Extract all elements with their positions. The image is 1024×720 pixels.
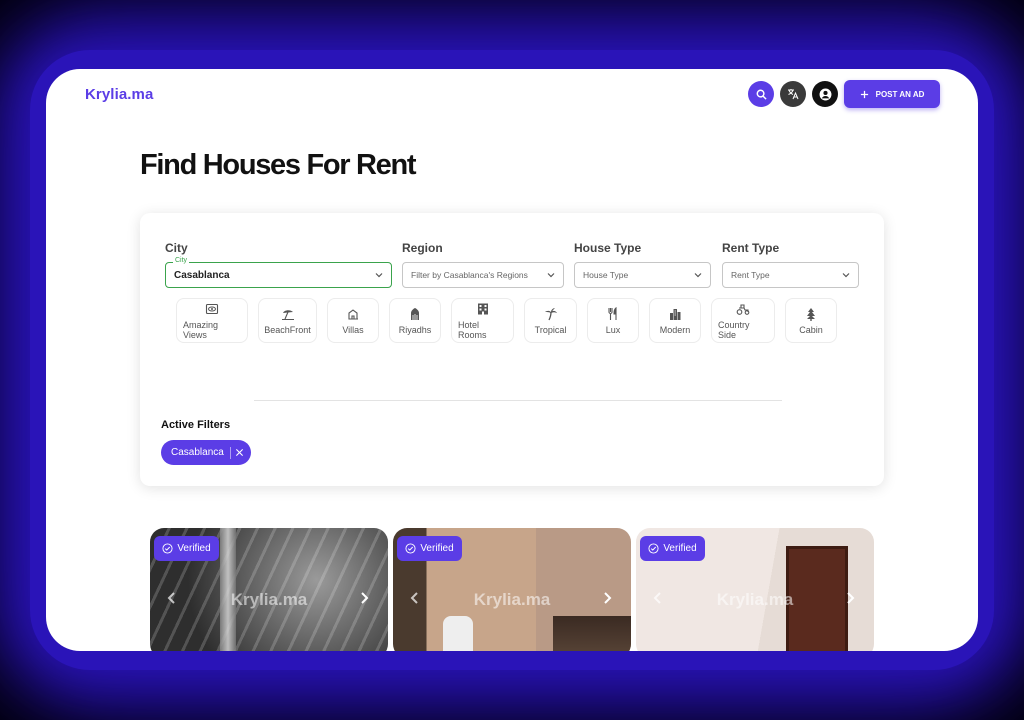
- active-filters-title: Active Filters: [161, 419, 231, 431]
- pine-tree-icon: [807, 307, 815, 321]
- chevron-right-icon[interactable]: [844, 591, 856, 605]
- category-label: Cabin: [799, 324, 823, 335]
- chevron-left-icon[interactable]: [409, 591, 421, 605]
- check-circle-icon: [162, 543, 173, 554]
- language-button[interactable]: [780, 81, 806, 107]
- region-select[interactable]: Filter by Casablanca's Regions: [402, 262, 564, 288]
- category-beachfront[interactable]: BeachFront: [258, 298, 317, 343]
- search-button[interactable]: [748, 81, 774, 107]
- app-window: Krylia.ma POST AN AD Find Houses For Ren…: [46, 69, 978, 651]
- modern-building-icon: [670, 308, 681, 320]
- chevron-left-icon[interactable]: [652, 591, 664, 605]
- villa-icon: [348, 308, 358, 320]
- category-label: Modern: [659, 324, 691, 335]
- close-icon[interactable]: [235, 448, 244, 457]
- verified-badge: Verified: [154, 536, 219, 561]
- verified-label: Verified: [663, 543, 697, 554]
- utensils-icon: [608, 306, 617, 320]
- chevron-down-icon: [842, 273, 850, 278]
- chevron-left-icon[interactable]: [166, 591, 178, 605]
- divider: [254, 400, 782, 401]
- city-select[interactable]: City Casablanca: [165, 257, 392, 288]
- rent-type-label: Rent Type: [722, 241, 780, 255]
- user-icon: [819, 88, 831, 100]
- category-cabin[interactable]: Cabin: [785, 298, 837, 343]
- chevron-down-icon: [375, 273, 383, 278]
- chevron-down-icon: [694, 273, 702, 278]
- account-button[interactable]: [812, 81, 838, 107]
- check-circle-icon: [405, 543, 416, 554]
- category-label: BeachFront: [264, 324, 311, 335]
- city-label: City: [165, 241, 188, 255]
- chip-label: Casablanca: [171, 447, 224, 458]
- search-icon: [756, 89, 767, 100]
- category-hotel-rooms[interactable]: Hotel Rooms: [451, 298, 514, 343]
- house-type-label: House Type: [574, 241, 642, 255]
- house-type-placeholder: House Type: [583, 270, 629, 280]
- verified-label: Verified: [420, 543, 454, 554]
- hotel-icon: [477, 303, 488, 314]
- listing-card[interactable]: Verified Krylia.ma: [636, 528, 874, 651]
- riyadh-icon: [411, 307, 419, 320]
- check-circle-icon: [648, 543, 659, 554]
- post-ad-button[interactable]: POST AN AD: [844, 80, 940, 108]
- page-title: Find Houses For Rent: [140, 149, 417, 181]
- category-amazing-views[interactable]: Amazing Views: [176, 298, 248, 343]
- watermark: Krylia.ma: [230, 590, 308, 609]
- verified-label: Verified: [177, 543, 211, 554]
- verified-badge: Verified: [397, 536, 462, 561]
- chevron-right-icon[interactable]: [358, 591, 370, 605]
- listing-card[interactable]: Verified Krylia.ma: [393, 528, 631, 651]
- filter-card: City Region House Type Rent Type City Ca…: [140, 213, 884, 486]
- listing-card[interactable]: Verified Krylia.ma: [150, 528, 388, 651]
- category-label: Lux: [605, 324, 621, 335]
- category-riyadhs[interactable]: Riyadhs: [389, 298, 441, 343]
- city-floating-label: City: [173, 257, 190, 264]
- rent-type-select[interactable]: Rent Type: [722, 262, 859, 288]
- translate-icon: [788, 89, 799, 100]
- category-lux[interactable]: Lux: [587, 298, 639, 343]
- category-label: Tropical: [534, 324, 567, 335]
- category-tropical[interactable]: Tropical: [524, 298, 577, 343]
- category-label: Hotel Rooms: [458, 319, 487, 340]
- city-value: Casablanca: [174, 269, 230, 281]
- category-label: Amazing Views: [183, 319, 219, 340]
- category-list: Amazing Views BeachFront Villas Riyadhs …: [176, 298, 837, 343]
- category-label: Country Side: [718, 319, 750, 340]
- watermark: Krylia.ma: [473, 590, 551, 609]
- region-placeholder: Filter by Casablanca's Regions: [411, 270, 528, 280]
- chevron-down-icon: [547, 273, 555, 278]
- palm-tree-icon: [544, 307, 557, 320]
- house-type-select[interactable]: House Type: [574, 262, 711, 288]
- listing-grid: Verified Krylia.ma Verified Krylia.ma Ve…: [150, 528, 874, 651]
- chevron-right-icon[interactable]: [601, 591, 613, 605]
- category-modern[interactable]: Modern: [649, 298, 701, 343]
- category-villas[interactable]: Villas: [327, 298, 379, 343]
- category-label: Villas: [342, 324, 364, 335]
- post-ad-label: POST AN AD: [875, 89, 925, 99]
- rent-type-placeholder: Rent Type: [731, 270, 770, 280]
- watermark: Krylia.ma: [716, 590, 794, 609]
- beach-umbrella-icon: [281, 309, 294, 320]
- category-country-side[interactable]: Country Side: [711, 298, 775, 343]
- verified-badge: Verified: [640, 536, 705, 561]
- tractor-icon: [736, 303, 750, 315]
- category-label: Riyadhs: [398, 324, 432, 335]
- active-filter-chip[interactable]: Casablanca: [161, 440, 251, 465]
- region-label: Region: [402, 241, 443, 255]
- eye-icon: [205, 303, 219, 314]
- plus-icon: [860, 90, 868, 98]
- site-logo[interactable]: Krylia.ma: [85, 86, 153, 103]
- header-actions: POST AN AD: [748, 80, 940, 108]
- chip-separator: [229, 446, 231, 459]
